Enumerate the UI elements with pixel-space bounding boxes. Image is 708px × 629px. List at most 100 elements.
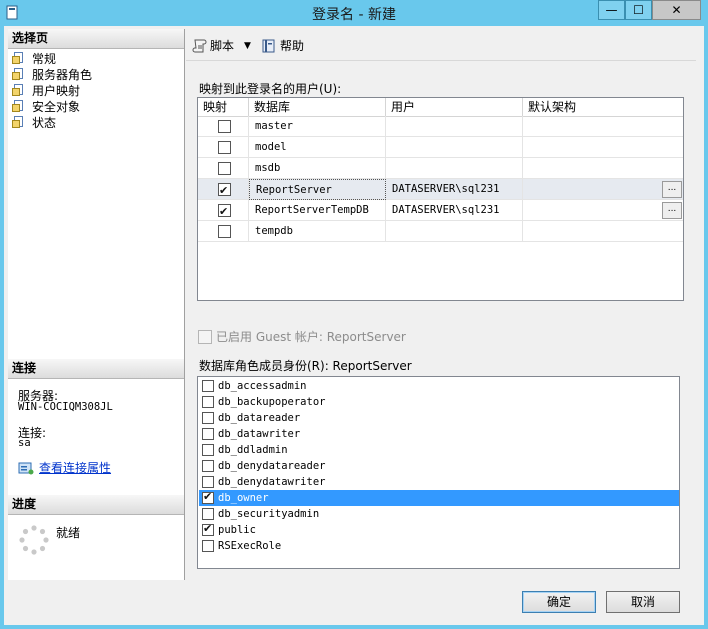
page-item-status[interactable]: 状态	[12, 114, 56, 130]
close-button[interactable]: ✕	[652, 0, 701, 20]
role-item[interactable]: db_denydatareader	[199, 458, 679, 474]
col-user[interactable]: 用户	[386, 98, 523, 116]
page-label: 常规	[32, 51, 57, 66]
ok-button[interactable]: 确定	[522, 591, 596, 613]
guest-account-checkbox: 已启用 Guest 帐户: ReportServer	[198, 328, 406, 345]
maximize-icon: ☐	[633, 3, 644, 17]
page-icon	[12, 68, 26, 80]
col-database[interactable]: 数据库	[249, 98, 386, 116]
role-checkbox[interactable]	[202, 396, 214, 408]
role-checkbox[interactable]	[202, 508, 214, 520]
role-checkbox[interactable]	[202, 540, 214, 552]
view-connection-properties-link[interactable]: 查看连接属性	[39, 459, 111, 476]
database-cell[interactable]: master	[249, 116, 386, 137]
page-label: 状态	[32, 115, 57, 130]
schema-cell[interactable]	[523, 179, 683, 200]
map-cell	[198, 116, 249, 137]
minimize-button[interactable]: —	[598, 0, 625, 20]
user-cell[interactable]	[386, 116, 523, 137]
page-item-securables[interactable]: 安全对象	[12, 98, 80, 114]
database-cell[interactable]: ReportServer	[249, 179, 386, 200]
role-label: db_ddladmin	[218, 444, 288, 456]
schema-cell[interactable]	[523, 221, 683, 242]
user-cell[interactable]	[386, 221, 523, 242]
properties-icon	[18, 461, 34, 475]
role-item[interactable]: RSExecRole	[199, 538, 679, 554]
role-checkbox[interactable]	[202, 490, 214, 504]
progress-status: 就绪	[56, 526, 81, 540]
user-mapping-grid[interactable]: 映射 数据库 用户 默认架构 mastermodelmsdbReportServ…	[197, 97, 684, 301]
col-default-schema[interactable]: 默认架构	[523, 98, 683, 116]
mapping-row[interactable]: master	[198, 116, 683, 137]
map-checkbox[interactable]	[218, 181, 231, 201]
role-item[interactable]: db_datawriter	[199, 426, 679, 442]
schema-cell[interactable]	[523, 158, 683, 179]
role-checkbox[interactable]	[202, 522, 214, 536]
role-membership-list[interactable]: db_accessadmin db_backupoperator db_datare…	[197, 376, 680, 569]
map-checkbox[interactable]	[218, 141, 231, 154]
role-checkbox[interactable]	[202, 412, 214, 424]
role-checkbox[interactable]	[202, 428, 214, 440]
mapping-row[interactable]: ReportServerTempDBDATASERVER\sql231...	[198, 200, 683, 222]
chevron-down-icon[interactable]: ▼	[244, 41, 251, 51]
database-cell[interactable]: ReportServerTempDB	[249, 200, 386, 221]
mapping-row[interactable]: ReportServerDATASERVER\sql231...	[198, 179, 683, 201]
role-label: public	[218, 524, 256, 536]
role-item[interactable]: db_securityadmin	[199, 506, 679, 522]
role-item[interactable]: db_backupoperator	[199, 394, 679, 410]
schema-cell[interactable]	[523, 137, 683, 158]
role-checkbox[interactable]	[202, 476, 214, 488]
page-icon	[12, 84, 26, 96]
schema-browse-button[interactable]: ...	[662, 202, 682, 219]
page-icon	[12, 52, 26, 64]
help-button[interactable]: 帮助	[261, 37, 304, 54]
map-checkbox[interactable]	[218, 162, 231, 175]
roles-title: 数据库角色成员身份(R): ReportServer	[199, 359, 412, 373]
role-checkbox[interactable]	[202, 460, 214, 472]
mapping-row[interactable]: model	[198, 137, 683, 158]
role-item[interactable]: db_owner	[199, 490, 679, 506]
map-checkbox[interactable]	[218, 120, 231, 133]
cancel-button[interactable]: 取消	[606, 591, 680, 613]
role-checkbox[interactable]	[202, 444, 214, 456]
progress-header: 进度	[8, 495, 184, 515]
role-item[interactable]: db_denydatawriter	[199, 474, 679, 490]
page-item-server-roles[interactable]: 服务器角色	[12, 66, 92, 82]
role-item[interactable]: public	[199, 522, 679, 538]
help-icon	[261, 38, 277, 54]
role-item[interactable]: db_accessadmin	[199, 378, 679, 394]
user-cell[interactable]: DATASERVER\sql231	[386, 200, 523, 221]
page-label: 服务器角色	[32, 67, 93, 82]
connection-value: sa	[18, 437, 31, 449]
page-item-user-mapping[interactable]: 用户映射	[12, 82, 80, 98]
mapping-row[interactable]: tempdb	[198, 221, 683, 242]
map-checkbox[interactable]	[218, 202, 231, 222]
page-icon	[12, 100, 26, 112]
schema-cell[interactable]	[523, 200, 683, 221]
view-connection-properties[interactable]: 查看连接属性	[18, 459, 111, 476]
user-cell[interactable]	[386, 137, 523, 158]
role-label: db_accessadmin	[218, 380, 307, 392]
database-cell[interactable]: model	[249, 137, 386, 158]
user-cell[interactable]: DATASERVER\sql231	[386, 179, 523, 200]
role-item[interactable]: db_ddladmin	[199, 442, 679, 458]
role-label: db_backupoperator	[218, 396, 326, 408]
role-checkbox[interactable]	[202, 380, 214, 392]
schema-cell[interactable]	[523, 116, 683, 137]
map-cell	[198, 179, 249, 201]
map-checkbox[interactable]	[218, 225, 231, 238]
script-button[interactable]: 脚本 ▼	[192, 37, 251, 54]
script-label: 脚本	[210, 39, 235, 53]
user-cell[interactable]	[386, 158, 523, 179]
mapping-row[interactable]: msdb	[198, 158, 683, 179]
col-map[interactable]: 映射	[198, 98, 249, 116]
maximize-button[interactable]: ☐	[625, 0, 652, 20]
role-label: db_securityadmin	[218, 508, 320, 520]
role-item[interactable]: db_datareader	[199, 410, 679, 426]
map-cell	[198, 158, 249, 179]
schema-browse-button[interactable]: ...	[662, 181, 682, 198]
database-cell[interactable]: tempdb	[249, 221, 386, 242]
page-item-general[interactable]: 常规	[12, 50, 56, 66]
database-cell[interactable]: msdb	[249, 158, 386, 179]
progress-spinner-icon	[19, 525, 49, 558]
